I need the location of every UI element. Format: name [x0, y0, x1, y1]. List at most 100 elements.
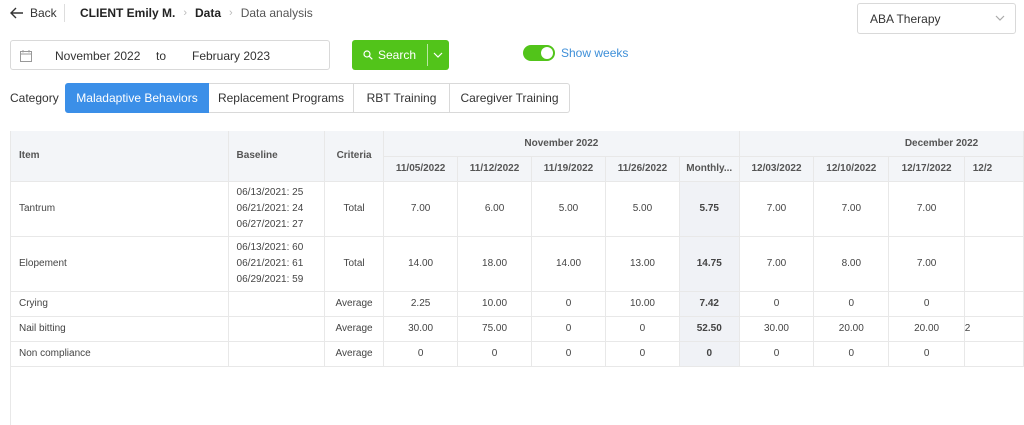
- week-column-header: 12/10/2022: [813, 156, 890, 182]
- baseline-entry: 06/21/2021: 24: [236, 202, 304, 214]
- cell-week-value: 0: [813, 341, 890, 367]
- monthly-column-header: Monthly...: [679, 156, 740, 182]
- cell-week-value: 7.00: [739, 181, 815, 237]
- top-bar: Back CLIENT Emily M. › Data › Data analy…: [0, 0, 1024, 34]
- empty-cell: [531, 366, 605, 425]
- show-weeks-toggle[interactable]: [523, 45, 555, 61]
- cell-week-value: [964, 236, 1024, 292]
- tab-label: Replacement Programs: [217, 91, 345, 105]
- cell-baseline: 06/13/2021: 60 06/21/2021: 61 06/29/2021: …: [228, 236, 326, 292]
- search-button-label: Search: [377, 48, 417, 62]
- category-label: Category: [10, 91, 59, 105]
- week-column-header: 11/05/2022: [383, 156, 459, 182]
- cell-week-value: [964, 181, 1024, 237]
- week-column-header: 11/26/2022: [605, 156, 680, 182]
- cell-week-value: 2.25: [383, 291, 459, 317]
- search-icon: [363, 50, 373, 60]
- divider: [427, 44, 428, 66]
- therapy-select[interactable]: ABA Therapy: [857, 3, 1016, 34]
- chevron-down-icon[interactable]: [433, 50, 443, 60]
- tab-replacement-programs[interactable]: Replacement Programs: [209, 83, 354, 113]
- cell-item: Crying: [11, 291, 229, 317]
- tab-label: Caregiver Training: [460, 91, 559, 105]
- week-column-header: 11/19/2022: [531, 156, 607, 182]
- empty-cell: [383, 366, 457, 425]
- cell-week-value: 0: [888, 291, 965, 317]
- cell-item: Nail bitting: [11, 316, 229, 342]
- date-range-picker[interactable]: November 2022 to February 2023: [10, 40, 330, 70]
- tab-maladaptive-behaviors[interactable]: Maladaptive Behaviors: [65, 83, 209, 113]
- tab-label: RBT Training: [366, 91, 437, 105]
- cell-week-value: 20.00: [888, 316, 965, 342]
- cell-baseline: 06/13/2021: 25 06/21/2021: 24 06/27/2021: …: [228, 181, 326, 237]
- chevron-right-icon: ›: [183, 7, 188, 19]
- breadcrumb-client[interactable]: CLIENT Emily M.: [80, 6, 175, 20]
- search-button[interactable]: Search: [352, 40, 427, 70]
- date-to-input[interactable]: February 2023: [192, 49, 270, 63]
- empty-cell: [325, 366, 384, 425]
- empty-cell: [679, 366, 739, 425]
- cell-week-value: 0: [739, 341, 815, 367]
- week-column-header: 11/12/2022: [457, 156, 532, 182]
- cell-week-value: 13.00: [605, 236, 680, 292]
- divider: [64, 4, 65, 22]
- table-row: Crying Average 2.25 10.00 0 10.00 7.42 0 0 0: [11, 291, 1024, 317]
- search-button-group: Search: [352, 40, 449, 70]
- empty-cell: [964, 366, 1023, 425]
- tab-caregiver-training[interactable]: Caregiver Training: [450, 83, 570, 113]
- category-tabs: Maladaptive Behaviors Replacement Progra…: [65, 83, 570, 113]
- cell-week-value: 14.00: [531, 236, 607, 292]
- table-row: Elopement 06/13/2021: 60 06/21/2021: 61 06/…: [11, 236, 1024, 292]
- cell-week-value: 7.00: [888, 236, 965, 292]
- cell-week-value: 20.00: [813, 316, 890, 342]
- cell-week-value: 0: [888, 341, 965, 367]
- back-label: Back: [30, 6, 57, 20]
- baseline-entry: 06/13/2021: 60: [236, 241, 304, 253]
- cell-baseline: [228, 341, 326, 367]
- cell-week-value: 0: [383, 341, 459, 367]
- cell-baseline: [228, 291, 326, 317]
- cell-week-value: 0: [739, 291, 815, 317]
- cell-week-value: 7.00: [888, 181, 965, 237]
- week-column-header: 12/17/2022: [888, 156, 965, 182]
- chevron-down-icon: [995, 15, 1005, 21]
- cell-week-value: [964, 341, 1024, 367]
- cell-week-value: 5.00: [605, 181, 680, 237]
- cell-monthly-value: 7.42: [679, 291, 740, 317]
- cell-item: Tantrum: [11, 181, 229, 237]
- cell-week-value: 6.00: [457, 181, 532, 237]
- breadcrumb-current: Data analysis: [240, 6, 313, 20]
- chevron-right-icon: ›: [229, 7, 233, 19]
- cell-week-value: 0: [605, 341, 680, 367]
- cell-week-value: 0: [531, 316, 607, 342]
- table-filler-row: [11, 366, 1024, 425]
- cell-week-value: 0: [531, 291, 607, 317]
- month-group-header: December 2022: [739, 131, 1024, 157]
- data-table-container[interactable]: Item Baseline Criteria November 2022 Dec…: [10, 131, 1024, 425]
- baseline-entry: 06/27/2021: 27: [236, 218, 304, 230]
- toggle-knob: [541, 47, 553, 59]
- data-table: Item Baseline Criteria November 2022 Dec…: [11, 131, 1024, 425]
- cell-week-value: 7.00: [739, 236, 815, 292]
- cell-item: Non compliance: [11, 341, 229, 367]
- date-from-input[interactable]: November 2022: [55, 49, 140, 63]
- cell-week-value: 14.00: [383, 236, 459, 292]
- empty-cell: [739, 366, 813, 425]
- cell-week-value: 30.00: [739, 316, 815, 342]
- tab-rbt-training[interactable]: RBT Training: [354, 83, 450, 113]
- cell-criteria: Average: [324, 316, 384, 342]
- table-row: Nail bitting Average 30.00 75.00 0 0 52.50 30.0…: [11, 316, 1024, 342]
- empty-cell: [606, 366, 679, 425]
- column-header-criteria: Criteria: [324, 131, 384, 182]
- cell-week-value: 30.00: [383, 316, 459, 342]
- therapy-select-value: ABA Therapy: [870, 11, 941, 26]
- cell-week-value: [964, 291, 1024, 317]
- empty-cell: [11, 366, 228, 425]
- cell-week-value: 5.00: [531, 181, 607, 237]
- month-group-header: November 2022: [383, 131, 740, 157]
- table-row: Tantrum 06/13/2021: 25 06/21/2021: 24 06/27…: [11, 181, 1024, 237]
- back-button[interactable]: Back: [10, 6, 57, 20]
- cell-week-value: 7.00: [813, 181, 890, 237]
- breadcrumb-data[interactable]: Data: [195, 6, 221, 20]
- week-column-header: 12/03/2022: [739, 156, 815, 182]
